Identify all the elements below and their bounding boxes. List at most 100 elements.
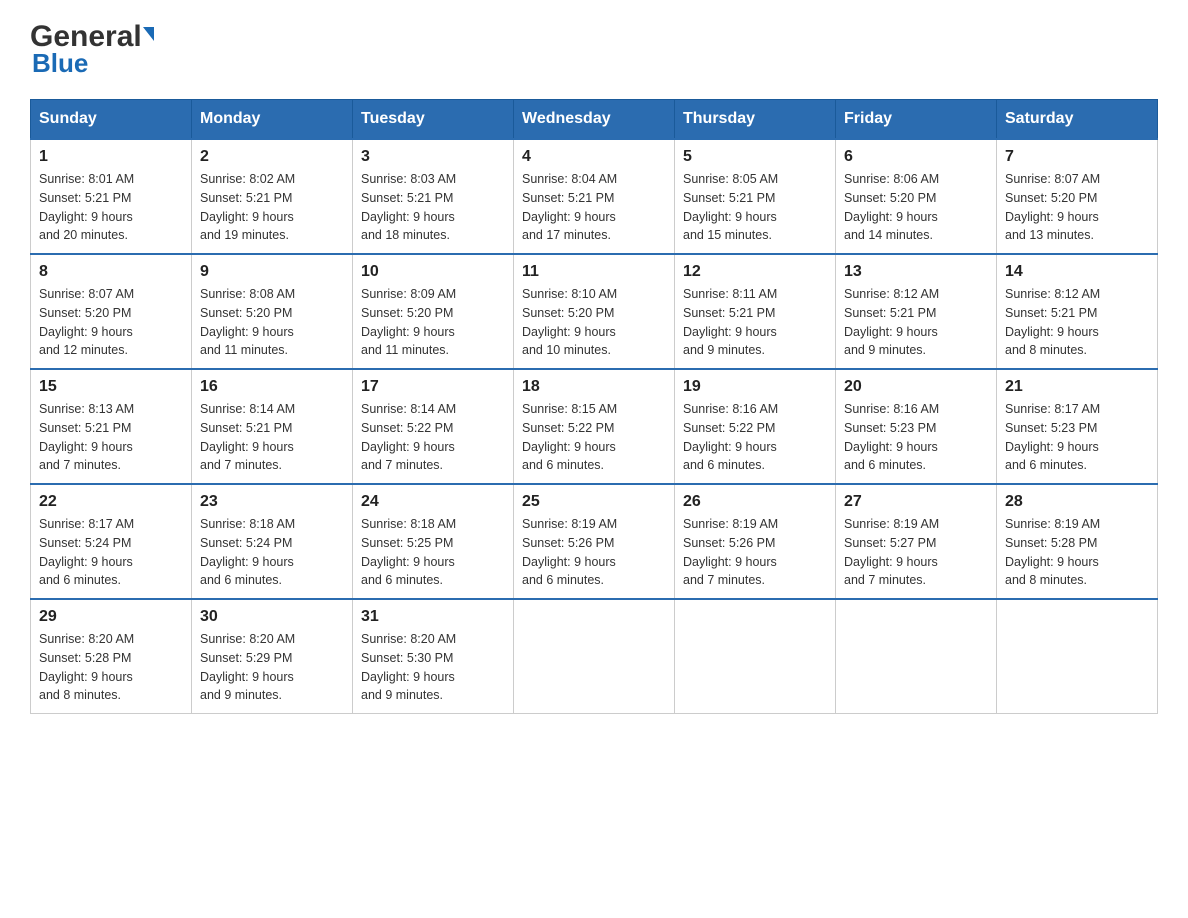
calendar-cell: 11 Sunrise: 8:10 AM Sunset: 5:20 PM Dayl… (514, 254, 675, 369)
day-info: Sunrise: 8:20 AM Sunset: 5:29 PM Dayligh… (200, 630, 344, 705)
calendar-cell: 5 Sunrise: 8:05 AM Sunset: 5:21 PM Dayli… (675, 139, 836, 254)
calendar-cell: 28 Sunrise: 8:19 AM Sunset: 5:28 PM Dayl… (997, 484, 1158, 599)
day-number: 3 (361, 148, 505, 166)
day-info: Sunrise: 8:01 AM Sunset: 5:21 PM Dayligh… (39, 170, 183, 245)
day-info: Sunrise: 8:17 AM Sunset: 5:24 PM Dayligh… (39, 515, 183, 590)
day-info: Sunrise: 8:14 AM Sunset: 5:22 PM Dayligh… (361, 400, 505, 475)
day-number: 17 (361, 378, 505, 396)
day-number: 21 (1005, 378, 1149, 396)
day-number: 25 (522, 493, 666, 511)
day-number: 16 (200, 378, 344, 396)
calendar-header: SundayMondayTuesdayWednesdayThursdayFrid… (31, 100, 1158, 140)
day-info: Sunrise: 8:06 AM Sunset: 5:20 PM Dayligh… (844, 170, 988, 245)
calendar-cell: 18 Sunrise: 8:15 AM Sunset: 5:22 PM Dayl… (514, 369, 675, 484)
calendar-cell: 14 Sunrise: 8:12 AM Sunset: 5:21 PM Dayl… (997, 254, 1158, 369)
calendar-cell (514, 599, 675, 714)
calendar-cell (836, 599, 997, 714)
day-info: Sunrise: 8:04 AM Sunset: 5:21 PM Dayligh… (522, 170, 666, 245)
page-header: General Blue (30, 20, 1158, 79)
day-number: 31 (361, 608, 505, 626)
calendar-cell: 27 Sunrise: 8:19 AM Sunset: 5:27 PM Dayl… (836, 484, 997, 599)
day-info: Sunrise: 8:12 AM Sunset: 5:21 PM Dayligh… (1005, 285, 1149, 360)
calendar-cell: 22 Sunrise: 8:17 AM Sunset: 5:24 PM Dayl… (31, 484, 192, 599)
day-info: Sunrise: 8:20 AM Sunset: 5:30 PM Dayligh… (361, 630, 505, 705)
logo-blue-text: Blue (30, 48, 88, 79)
calendar-cell (675, 599, 836, 714)
calendar-cell: 26 Sunrise: 8:19 AM Sunset: 5:26 PM Dayl… (675, 484, 836, 599)
day-number: 2 (200, 148, 344, 166)
day-number: 30 (200, 608, 344, 626)
day-number: 13 (844, 263, 988, 281)
day-number: 15 (39, 378, 183, 396)
calendar-cell: 13 Sunrise: 8:12 AM Sunset: 5:21 PM Dayl… (836, 254, 997, 369)
day-number: 22 (39, 493, 183, 511)
logo: General Blue (30, 20, 154, 79)
calendar-cell: 10 Sunrise: 8:09 AM Sunset: 5:20 PM Dayl… (353, 254, 514, 369)
weekday-header-sunday: Sunday (31, 100, 192, 140)
calendar-cell: 30 Sunrise: 8:20 AM Sunset: 5:29 PM Dayl… (192, 599, 353, 714)
day-info: Sunrise: 8:11 AM Sunset: 5:21 PM Dayligh… (683, 285, 827, 360)
calendar-cell: 19 Sunrise: 8:16 AM Sunset: 5:22 PM Dayl… (675, 369, 836, 484)
day-info: Sunrise: 8:19 AM Sunset: 5:26 PM Dayligh… (683, 515, 827, 590)
day-info: Sunrise: 8:19 AM Sunset: 5:27 PM Dayligh… (844, 515, 988, 590)
day-info: Sunrise: 8:13 AM Sunset: 5:21 PM Dayligh… (39, 400, 183, 475)
day-number: 29 (39, 608, 183, 626)
weekday-header-monday: Monday (192, 100, 353, 140)
week-row-2: 8 Sunrise: 8:07 AM Sunset: 5:20 PM Dayli… (31, 254, 1158, 369)
day-number: 14 (1005, 263, 1149, 281)
day-number: 24 (361, 493, 505, 511)
day-number: 10 (361, 263, 505, 281)
calendar-cell: 1 Sunrise: 8:01 AM Sunset: 5:21 PM Dayli… (31, 139, 192, 254)
calendar-cell: 31 Sunrise: 8:20 AM Sunset: 5:30 PM Dayl… (353, 599, 514, 714)
day-info: Sunrise: 8:12 AM Sunset: 5:21 PM Dayligh… (844, 285, 988, 360)
calendar-cell: 29 Sunrise: 8:20 AM Sunset: 5:28 PM Dayl… (31, 599, 192, 714)
calendar-cell: 24 Sunrise: 8:18 AM Sunset: 5:25 PM Dayl… (353, 484, 514, 599)
day-number: 8 (39, 263, 183, 281)
logo-arrow-icon (143, 27, 154, 41)
weekday-header-saturday: Saturday (997, 100, 1158, 140)
calendar-cell: 8 Sunrise: 8:07 AM Sunset: 5:20 PM Dayli… (31, 254, 192, 369)
weekday-header-row: SundayMondayTuesdayWednesdayThursdayFrid… (31, 100, 1158, 140)
calendar-cell: 3 Sunrise: 8:03 AM Sunset: 5:21 PM Dayli… (353, 139, 514, 254)
calendar-cell: 23 Sunrise: 8:18 AM Sunset: 5:24 PM Dayl… (192, 484, 353, 599)
day-number: 23 (200, 493, 344, 511)
day-number: 11 (522, 263, 666, 281)
calendar-cell: 15 Sunrise: 8:13 AM Sunset: 5:21 PM Dayl… (31, 369, 192, 484)
day-info: Sunrise: 8:05 AM Sunset: 5:21 PM Dayligh… (683, 170, 827, 245)
day-number: 6 (844, 148, 988, 166)
day-info: Sunrise: 8:20 AM Sunset: 5:28 PM Dayligh… (39, 630, 183, 705)
calendar-cell: 17 Sunrise: 8:14 AM Sunset: 5:22 PM Dayl… (353, 369, 514, 484)
day-number: 18 (522, 378, 666, 396)
calendar-cell: 21 Sunrise: 8:17 AM Sunset: 5:23 PM Dayl… (997, 369, 1158, 484)
calendar-cell: 20 Sunrise: 8:16 AM Sunset: 5:23 PM Dayl… (836, 369, 997, 484)
day-number: 28 (1005, 493, 1149, 511)
weekday-header-tuesday: Tuesday (353, 100, 514, 140)
calendar-cell: 6 Sunrise: 8:06 AM Sunset: 5:20 PM Dayli… (836, 139, 997, 254)
calendar-cell: 7 Sunrise: 8:07 AM Sunset: 5:20 PM Dayli… (997, 139, 1158, 254)
day-number: 12 (683, 263, 827, 281)
day-info: Sunrise: 8:18 AM Sunset: 5:24 PM Dayligh… (200, 515, 344, 590)
day-info: Sunrise: 8:09 AM Sunset: 5:20 PM Dayligh… (361, 285, 505, 360)
calendar-body: 1 Sunrise: 8:01 AM Sunset: 5:21 PM Dayli… (31, 139, 1158, 714)
calendar-cell: 2 Sunrise: 8:02 AM Sunset: 5:21 PM Dayli… (192, 139, 353, 254)
weekday-header-friday: Friday (836, 100, 997, 140)
calendar-cell (997, 599, 1158, 714)
day-info: Sunrise: 8:19 AM Sunset: 5:28 PM Dayligh… (1005, 515, 1149, 590)
day-number: 4 (522, 148, 666, 166)
day-info: Sunrise: 8:16 AM Sunset: 5:22 PM Dayligh… (683, 400, 827, 475)
day-info: Sunrise: 8:18 AM Sunset: 5:25 PM Dayligh… (361, 515, 505, 590)
weekday-header-thursday: Thursday (675, 100, 836, 140)
day-info: Sunrise: 8:03 AM Sunset: 5:21 PM Dayligh… (361, 170, 505, 245)
calendar-table: SundayMondayTuesdayWednesdayThursdayFrid… (30, 99, 1158, 714)
day-number: 5 (683, 148, 827, 166)
calendar-cell: 4 Sunrise: 8:04 AM Sunset: 5:21 PM Dayli… (514, 139, 675, 254)
calendar-cell: 12 Sunrise: 8:11 AM Sunset: 5:21 PM Dayl… (675, 254, 836, 369)
week-row-1: 1 Sunrise: 8:01 AM Sunset: 5:21 PM Dayli… (31, 139, 1158, 254)
calendar-cell: 25 Sunrise: 8:19 AM Sunset: 5:26 PM Dayl… (514, 484, 675, 599)
day-info: Sunrise: 8:02 AM Sunset: 5:21 PM Dayligh… (200, 170, 344, 245)
week-row-4: 22 Sunrise: 8:17 AM Sunset: 5:24 PM Dayl… (31, 484, 1158, 599)
day-info: Sunrise: 8:08 AM Sunset: 5:20 PM Dayligh… (200, 285, 344, 360)
day-info: Sunrise: 8:07 AM Sunset: 5:20 PM Dayligh… (1005, 170, 1149, 245)
day-info: Sunrise: 8:17 AM Sunset: 5:23 PM Dayligh… (1005, 400, 1149, 475)
day-info: Sunrise: 8:16 AM Sunset: 5:23 PM Dayligh… (844, 400, 988, 475)
